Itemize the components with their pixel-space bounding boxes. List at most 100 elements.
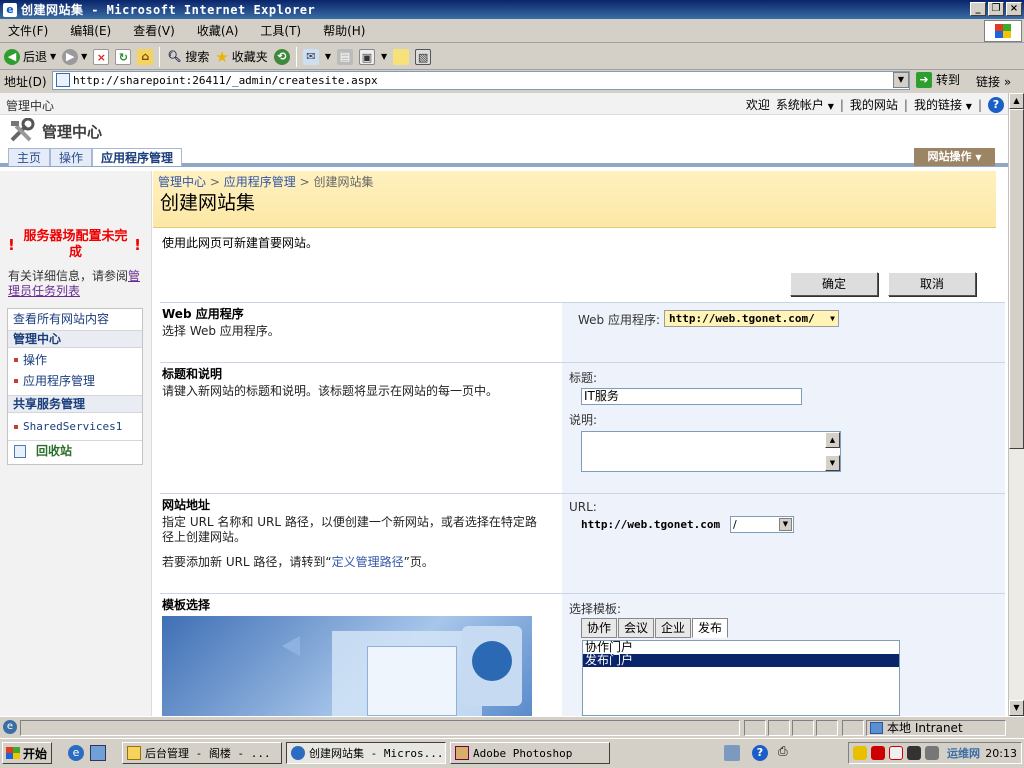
address-dropdown-icon[interactable]: ▼ — [893, 72, 909, 88]
taskbar: 开始 e 后台管理 - 阁楼 - ... 创建网站集 - Micros... A… — [0, 738, 1024, 768]
home-icon[interactable]: ⌂ — [137, 48, 154, 65]
links-button[interactable]: 链接 » — [976, 73, 1011, 90]
antivirus-icon[interactable] — [871, 746, 885, 760]
volume-icon[interactable] — [907, 746, 921, 760]
nav-heading-shared-services[interactable]: 共享服务管理 — [8, 395, 142, 413]
shield-icon[interactable] — [853, 746, 867, 760]
forward-button[interactable]: ▶ ▼ — [62, 46, 87, 68]
tab-enterprise[interactable]: 企业 — [655, 618, 692, 638]
task-photoshop[interactable]: Adobe Photoshop — [450, 742, 610, 764]
search-icon: 🔍︎ — [167, 49, 182, 63]
nav-item-sharedservices1[interactable]: SharedServices1 — [8, 417, 142, 437]
menu-edit[interactable]: 编辑(E) — [70, 22, 111, 39]
back-arrow-icon: ◀ — [4, 48, 20, 65]
task-create-site-collection[interactable]: 创建网站集 - Micros... — [286, 742, 446, 764]
my-site-link[interactable]: 我的网站 — [850, 96, 898, 113]
edit-icon[interactable]: ▣ — [358, 48, 375, 65]
network-icon[interactable] — [925, 746, 939, 760]
nav-item-operations[interactable]: 操作 — [8, 350, 142, 370]
go-label: 转到 — [936, 73, 961, 87]
search-button[interactable]: 🔍︎ 搜索 — [166, 46, 209, 68]
top-site-name[interactable]: 管理中心 — [6, 97, 54, 114]
url-path-select[interactable]: / ▼ — [730, 516, 794, 533]
edit-dropdown-icon[interactable]: ▼ — [381, 52, 387, 61]
ie-app-icon: e — [3, 2, 17, 17]
print-icon[interactable]: ▤ — [336, 48, 353, 65]
recycle-bin-link[interactable]: 回收站 — [8, 440, 142, 464]
ok-button[interactable]: 确定 — [790, 272, 878, 296]
site-title[interactable]: 管理中心 — [42, 121, 102, 142]
tab-home[interactable]: 主页 — [8, 148, 51, 166]
site-actions-dropdown-icon: ▼ — [975, 153, 982, 162]
tab-publishing[interactable]: 发布 — [692, 618, 729, 638]
address-label: 地址(D) — [4, 74, 47, 89]
forward-dropdown-icon[interactable]: ▼ — [81, 52, 87, 61]
favorites-button[interactable]: ★ 收藏夹 — [215, 46, 267, 68]
cancel-button[interactable]: 取消 — [888, 272, 976, 296]
textarea-scroll-up-icon[interactable]: ▲ — [825, 432, 840, 448]
address-input[interactable]: http://sharepoint:26411/_admin/createsit… — [52, 71, 910, 90]
intranet-icon — [870, 722, 883, 734]
windows-logo-icon — [984, 20, 1022, 42]
refresh-icon[interactable]: ↻ — [115, 48, 132, 65]
scroll-thumb[interactable] — [1009, 109, 1024, 449]
site-actions-menu[interactable]: 网站操作 ▼ — [914, 148, 995, 166]
page-icon — [56, 73, 70, 87]
nav-heading-central-admin[interactable]: 管理中心 — [8, 330, 142, 348]
task-backend-admin[interactable]: 后台管理 - 阁楼 - ... — [122, 742, 282, 764]
restore-button[interactable]: ❐ — [988, 2, 1004, 16]
menu-file[interactable]: 文件(F) — [8, 22, 48, 39]
quicklaunch-desktop-icon[interactable] — [90, 745, 106, 761]
breadcrumb-central-admin[interactable]: 管理中心 — [158, 175, 206, 189]
account-menu[interactable]: 系统帐户 ▼ — [776, 96, 834, 113]
breadcrumb-app-management[interactable]: 应用程序管理 — [224, 175, 296, 189]
scroll-down-icon[interactable]: ▼ — [1009, 700, 1024, 716]
mail-icon[interactable]: ✉ — [302, 48, 319, 65]
url-section-title: 网站地址 — [162, 498, 211, 512]
close-button[interactable]: × — [1006, 2, 1022, 16]
start-button[interactable]: 开始 — [2, 742, 52, 764]
tray-network-icon[interactable] — [724, 745, 740, 761]
webapp-select[interactable]: http://web.tgonet.com/ ▼ — [664, 310, 839, 327]
warning-info: 有关详细信息，请参阅管理员任务列表 — [8, 269, 141, 298]
tray-help-icon[interactable]: ? — [752, 745, 768, 761]
my-links-menu[interactable]: 我的链接 ▼ — [914, 96, 972, 113]
tab-collaboration[interactable]: 协作 — [581, 618, 618, 638]
scroll-up-icon[interactable]: ▲ — [1009, 93, 1024, 109]
page-scrollbar[interactable]: ▲ ▼ — [1008, 93, 1024, 716]
history-icon[interactable]: ⟲ — [273, 48, 290, 65]
minimize-button[interactable]: _ — [970, 2, 986, 16]
address-bar: 地址(D) http://sharepoint:26411/_admin/cre… — [0, 70, 1024, 92]
template-list[interactable]: 协作门户 发布门户 — [582, 640, 900, 716]
menu-favorites[interactable]: 收藏(A) — [197, 22, 239, 39]
help-icon[interactable]: ? — [988, 96, 1004, 113]
tab-operations[interactable]: 操作 — [50, 148, 93, 166]
tab-meetings[interactable]: 会议 — [618, 618, 655, 638]
nav-item-application-management[interactable]: 应用程序管理 — [8, 371, 142, 391]
define-managed-paths-link[interactable]: 定义管理路径 — [332, 555, 404, 569]
back-dropdown-icon[interactable]: ▼ — [50, 52, 56, 61]
go-button[interactable]: ➜ 转到 — [916, 71, 960, 88]
ie-task-icon — [291, 746, 305, 760]
description-textarea[interactable]: ▲ ▼ — [581, 431, 841, 472]
view-all-content-link[interactable]: 查看所有网站内容 — [8, 311, 142, 329]
back-button[interactable]: ◀ 后退 ▼ — [4, 46, 56, 68]
messenger-icon[interactable]: ▧ — [415, 48, 432, 65]
menu-tools[interactable]: 工具(T) — [260, 22, 301, 39]
quicklaunch-ie-icon[interactable]: e — [68, 745, 84, 761]
tab-application-management[interactable]: 应用程序管理 — [92, 148, 183, 166]
stop-icon[interactable]: × — [93, 48, 110, 65]
menu-view[interactable]: 查看(V) — [133, 22, 175, 39]
title-input[interactable]: IT服务 — [581, 388, 802, 405]
discuss-icon[interactable] — [393, 48, 410, 65]
blocked-icon[interactable] — [889, 746, 903, 760]
mail-dropdown-icon[interactable]: ▼ — [325, 52, 331, 61]
watermark-text: 运维网 — [947, 747, 980, 760]
menu-help[interactable]: 帮助(H) — [323, 22, 365, 39]
textarea-scroll-down-icon[interactable]: ▼ — [825, 455, 840, 471]
template-tabs: 协作 会议 企业 发布 — [581, 618, 741, 638]
welcome-text: 欢迎 — [745, 98, 770, 112]
warning-text: 服务器场配置未完成 — [23, 229, 128, 260]
template-item-publishing-portal[interactable]: 发布门户 — [583, 654, 899, 667]
tray-printer-icon[interactable]: ⎙ — [778, 744, 788, 759]
